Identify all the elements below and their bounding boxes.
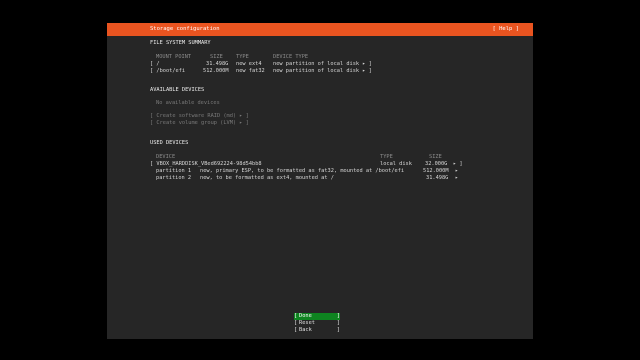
bracket-open: [ — [294, 327, 298, 333]
fs-col-mount-point: MOUNT POINT — [156, 54, 192, 60]
partition-label: partition 1 — [156, 168, 192, 174]
create-raid-button[interactable]: [ Create software RAID (md) ▸ ] — [150, 113, 249, 120]
fs-col-device-type: DEVICE TYPE — [273, 54, 309, 60]
help-button[interactable]: [ Help ] — [493, 23, 520, 36]
bracket-open: [ — [294, 313, 298, 319]
page-title: Storage configuration — [150, 26, 220, 32]
partition-label: partition 2 — [156, 175, 192, 181]
available-devices-heading: AVAILABLE DEVICES — [150, 87, 205, 93]
fs-col-size: SIZE — [210, 54, 223, 60]
fs-row-size: 512.000M — [203, 68, 229, 74]
back-button[interactable]: [ Back ] — [294, 327, 340, 334]
partition-menu-arrow: ▸ — [455, 175, 459, 181]
fs-row-mount: [ / — [150, 61, 160, 67]
partition-size: 31.498G — [426, 175, 449, 181]
used-devices-heading: USED DEVICES — [150, 140, 189, 146]
partition-description: new, primary ESP, to be formatted as fat… — [200, 168, 405, 174]
disk-menu-arrow: ▸ ] — [453, 161, 463, 167]
reset-button[interactable]: [ Reset ] — [294, 320, 340, 327]
no-available-devices-text: No available devices — [156, 100, 220, 106]
bracket-close: ] — [336, 313, 340, 319]
disk-name: [ VBOX_HARDDISK_VBed692224-98d54bb8 — [150, 161, 262, 167]
fs-row-device-type: new partition of local disk ▸ ] — [273, 68, 372, 74]
header-bar: Storage configuration [ Help ] — [107, 23, 533, 36]
partition-description: new, to be formatted as ext4, mounted at… — [200, 175, 334, 181]
used-col-device: DEVICE — [156, 154, 176, 160]
installer-screen: Storage configuration [ Help ] FILE SYST… — [107, 23, 533, 339]
used-col-type: TYPE — [380, 154, 393, 160]
fs-row-device-type: new partition of local disk ▸ ] — [273, 61, 372, 67]
done-label: Done — [299, 313, 312, 319]
reset-label: Reset — [299, 320, 315, 326]
fs-row-mount: [ /boot/efi — [150, 68, 186, 74]
used-col-size: SIZE — [429, 154, 442, 160]
bracket-close: ] — [336, 320, 340, 326]
back-label: Back — [299, 327, 312, 333]
create-lvm-button[interactable]: [ Create volume group (LVM) ▸ ] — [150, 120, 249, 127]
partition-menu-arrow: ▸ — [455, 168, 459, 174]
fs-row-type: new ext4 — [236, 61, 262, 67]
disk-size: 32.000G — [425, 161, 448, 167]
bracket-open: [ — [294, 320, 298, 326]
partition-size: 512.000M — [423, 168, 449, 174]
done-button[interactable]: [ Done ] — [294, 313, 340, 320]
fs-col-type: TYPE — [236, 54, 249, 60]
disk-type: local disk — [380, 161, 412, 167]
fs-row-type: new fat32 — [236, 68, 265, 74]
fs-summary-heading: FILE SYSTEM SUMMARY — [150, 40, 211, 46]
bracket-close: ] — [336, 327, 340, 333]
fs-row-size: 31.498G — [206, 61, 229, 67]
